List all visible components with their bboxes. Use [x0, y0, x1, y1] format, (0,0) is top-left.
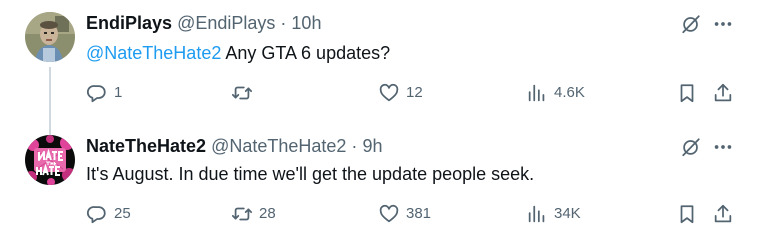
like-button[interactable]: 381 [378, 201, 431, 227]
separator-dot: · [351, 136, 358, 156]
author-name[interactable]: EndiPlays [86, 13, 172, 33]
tweet-header: EndiPlays @EndiPlays · 10h [86, 12, 321, 34]
tweet-actions: 25 28 381 34K [86, 201, 734, 227]
reply-count: 25 [114, 205, 131, 222]
tweet-natethehate2[interactable]: NateTheHate2 @NateTheHate2 · 9h It's Aug… [0, 121, 760, 242]
separator-dot: · [280, 13, 287, 33]
tweet-actions: 1 12 4.6K [86, 80, 734, 106]
more-icon[interactable] [712, 13, 734, 40]
avatar-logo [25, 135, 75, 185]
share-button[interactable] [712, 80, 734, 106]
retweet-icon [231, 86, 253, 100]
bookmark-icon [680, 84, 694, 103]
reply-count: 1 [114, 84, 123, 101]
grok-icon[interactable] [680, 136, 702, 163]
tweet-top-actions [680, 13, 734, 40]
view-count: 4.6K [554, 84, 585, 101]
author-handle[interactable]: @NateTheHate2 [211, 136, 346, 156]
retweet-icon [231, 207, 253, 221]
avatar-endiplays[interactable] [25, 12, 75, 62]
grok-icon[interactable] [680, 13, 702, 40]
bookmark-button[interactable] [676, 201, 698, 227]
views-icon [528, 84, 545, 102]
reply-button[interactable]: 25 [86, 201, 131, 227]
retweet-button[interactable]: 28 [231, 201, 276, 227]
like-count: 12 [406, 84, 423, 101]
like-button[interactable]: 12 [378, 80, 423, 106]
bookmark-icon [680, 205, 694, 224]
view-count: 34K [554, 205, 581, 222]
retweet-count: 28 [259, 205, 276, 222]
heart-icon [379, 204, 399, 223]
share-button[interactable] [712, 201, 734, 227]
reply-icon [86, 206, 106, 224]
tweet-text-content: It's August. In due time we'll get the u… [86, 164, 535, 184]
views-button[interactable]: 34K [526, 201, 581, 227]
tweet-header: NateTheHate2 @NateTheHate2 · 9h [86, 135, 382, 157]
more-icon[interactable] [712, 136, 734, 163]
tweet-text: It's August. In due time we'll get the u… [86, 162, 534, 186]
author-name[interactable]: NateTheHate2 [86, 136, 206, 156]
mention-link[interactable]: @NateTheHate2 [86, 43, 221, 63]
share-icon [714, 204, 732, 223]
like-count: 381 [406, 205, 432, 222]
views-icon [528, 205, 545, 223]
reply-button[interactable]: 1 [86, 80, 122, 106]
bookmark-button[interactable] [676, 80, 698, 106]
avatar-natethehate2[interactable] [25, 135, 75, 185]
author-handle[interactable]: @EndiPlays [177, 13, 275, 33]
retweet-button[interactable] [231, 80, 259, 106]
avatar-image [25, 12, 75, 62]
tweet-top-actions [680, 136, 734, 163]
heart-icon [379, 83, 399, 102]
tweet-timestamp[interactable]: 9h [362, 136, 382, 156]
tweet-text-content: Any GTA 6 updates? [221, 43, 391, 63]
views-button[interactable]: 4.6K [526, 80, 585, 106]
tweet-timestamp[interactable]: 10h [291, 13, 321, 33]
share-icon [714, 83, 732, 102]
tweet-text: @NateTheHate2 Any GTA 6 updates? [86, 41, 390, 65]
reply-icon [86, 85, 106, 103]
tweet-endiplays[interactable]: EndiPlays @EndiPlays · 10h @NateTheHate2… [0, 0, 760, 135]
